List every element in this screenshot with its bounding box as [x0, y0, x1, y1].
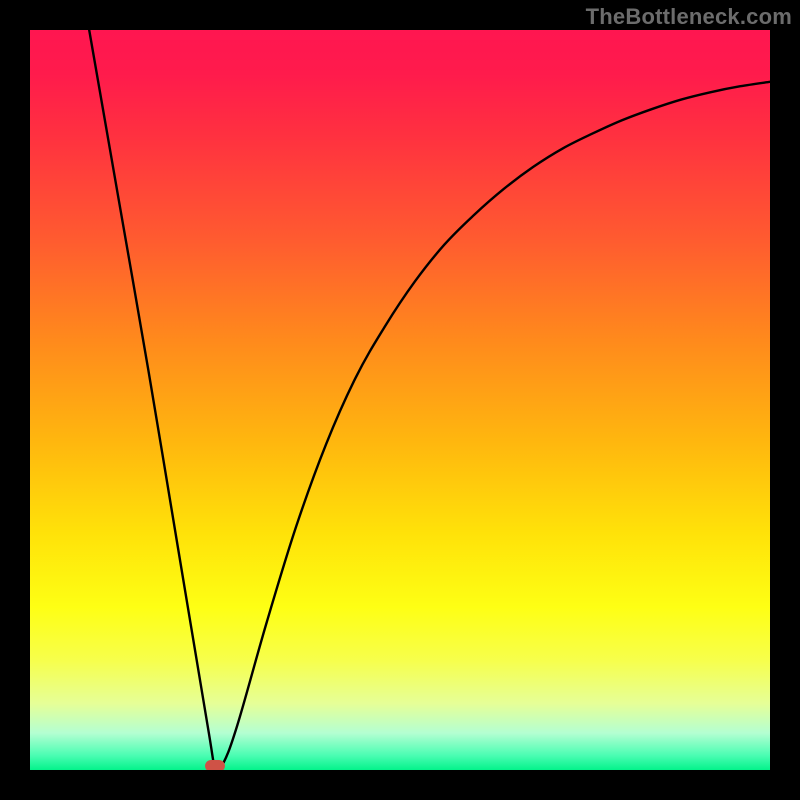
plot-area [30, 30, 770, 770]
watermark-label: TheBottleneck.com [586, 4, 792, 30]
minimum-marker [205, 760, 225, 770]
curve-svg [30, 30, 770, 770]
chart-frame: TheBottleneck.com [0, 0, 800, 800]
chart-curve [89, 30, 770, 770]
